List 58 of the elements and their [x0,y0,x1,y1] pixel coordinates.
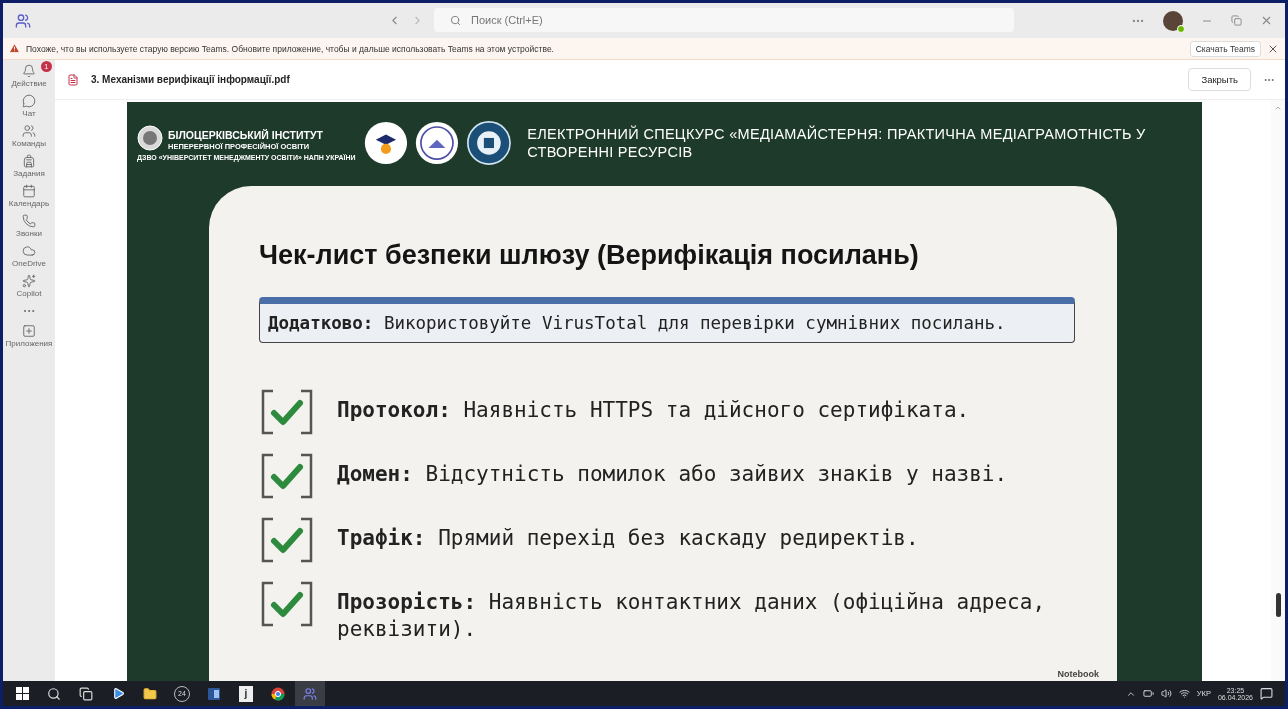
checklist-text: Домен: Відсутність помилок або зайвих знаків у назві. [337,461,1009,488]
checklist-text: Протокол: Наявність HTTPS та дійсного сертифіката. [337,397,971,424]
battery-icon [1142,688,1154,699]
document-title: 3. Механізми верифікації інформації.pdf [91,74,290,85]
browser-icon [271,686,285,701]
search-field[interactable]: Поиск (Ctrl+E) [434,8,1014,32]
rail-label[interactable]: Звонки [16,229,42,238]
app-icon: j [239,685,253,702]
checklist-text: Трафік: Прямий перехід без каскаду редиректів. [337,525,920,552]
scroll-up-icon [1274,104,1282,112]
cloud-icon [22,244,36,258]
pdf-file-icon [67,73,79,86]
chat-icon [22,94,36,108]
avatar[interactable] [1163,10,1183,31]
document-app-icon [207,686,221,701]
brand-mark: Notebook [1057,669,1099,681]
checklist-text: Прозорість: Наявність контактних даних (офіційна адреса, реквізити). [337,589,1047,644]
search-placeholder: Поиск (Ctrl+E) [471,14,543,26]
scroll-thumb[interactable] [1275,593,1281,617]
search-icon [47,686,61,701]
people-icon [303,686,317,701]
bell-icon [22,64,36,78]
rail-label[interactable]: Copilot [16,289,42,298]
close-button[interactable]: Закрыть [1188,68,1251,91]
presence-dot [1177,24,1185,33]
rail-label[interactable]: Чат [22,109,36,118]
institute-name: БІЛОЦЕРКІВСЬКИЙ ІНСТИТУТ [168,128,323,141]
windows-icon [15,687,29,700]
add-icon [22,324,36,338]
rail-label[interactable]: Календарь [8,199,50,208]
emblem-icon [137,125,163,151]
close-icon[interactable] [1260,14,1273,27]
notifications-icon[interactable] [1260,687,1273,700]
rail-label[interactable]: Команды [12,139,46,148]
copilot-icon [22,274,36,288]
warning-icon [9,43,20,54]
search-icon [450,14,461,26]
taskbar-app[interactable]: j [231,681,261,706]
folder-icon [143,686,157,701]
people-icon [22,124,36,138]
scrollbar[interactable] [1271,100,1285,681]
slide-heading: Чек-лист безпеки шлюзу (Верифікація посилань) [259,240,920,271]
download-button[interactable]: Скачать Teams [1189,40,1261,57]
rail-label[interactable]: Действие [11,79,47,88]
update-message: Похоже, что вы используете старую версию Teams. Обновите приложение, чтобы и дальше использовать Teams на этом устройстве. [26,43,554,54]
rail-label[interactable]: OneDrive [12,259,46,268]
player-icon [111,687,125,700]
note-box: Додатково: Використовуйте VirusTotal для перевірки сумнівних посилань. [259,297,1075,343]
phone-icon [22,214,36,228]
backpack-icon [22,154,36,168]
network-icon [1178,688,1190,699]
app-logo-icon [15,12,31,29]
rail-label[interactable]: Задания [13,169,45,178]
task-view-icon [79,686,93,701]
rail-label[interactable]: Приложения [5,339,53,348]
volume-icon [1160,688,1172,699]
course-title: ЕЛЕКТРОННИЙ СПЕЦКУРС «МЕДІАМАЙСТЕРНЯ: ПРАКТИЧНА МЕДІАГРАМОТНІСТЬ У СТВОРЕННІ РЕСУРСІВ [527,124,1147,162]
calendar-icon [22,184,36,198]
